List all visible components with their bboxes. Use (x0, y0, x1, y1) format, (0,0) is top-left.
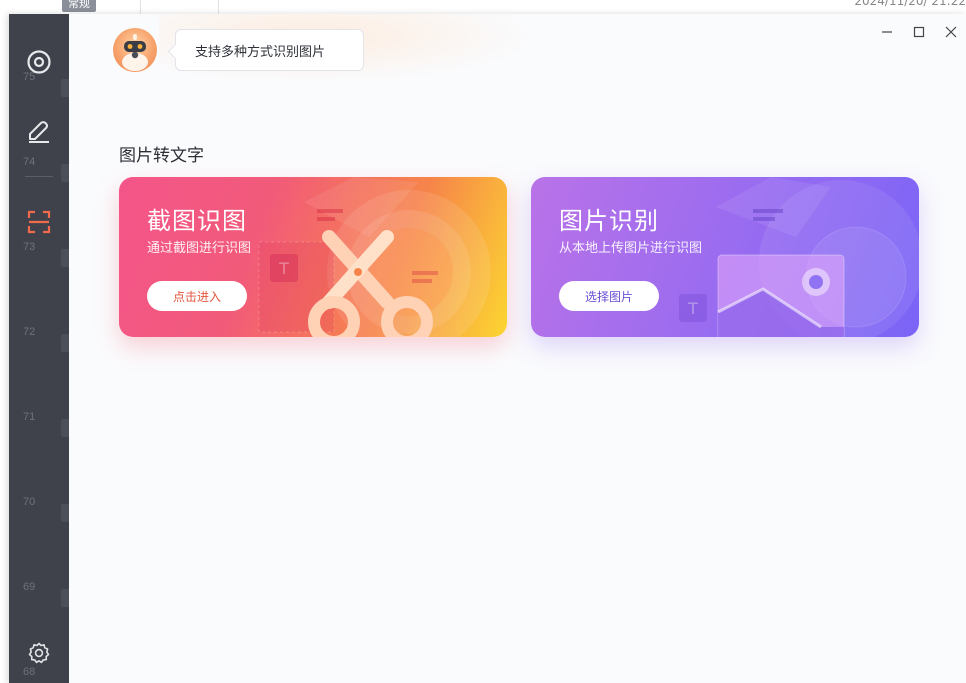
background-bar (61, 334, 69, 352)
screenshot-ocr-card[interactable]: T 截图识图 通过截图进行识图 点击进入 (119, 177, 507, 337)
maximize-icon (913, 26, 925, 38)
image-ocr-card[interactable]: T 图片识别 从本地上传图片进行识图 选择图片 (531, 177, 919, 337)
close-icon (945, 26, 957, 38)
sidebar-item-target[interactable] (19, 42, 59, 82)
card-subtitle: 从本地上传图片进行识图 (559, 241, 703, 256)
background-row-number: 70 (23, 496, 36, 508)
card-title: 截图识图 (147, 207, 247, 235)
background-bar (61, 249, 69, 267)
enter-button[interactable]: 点击进入 (147, 281, 247, 311)
card-title: 图片识别 (559, 207, 659, 235)
background-datetime: 2024/11/20/ 21:22 (854, 0, 966, 8)
background-row-number: 72 (23, 326, 36, 338)
gear-icon (28, 642, 50, 664)
background-bar (61, 589, 69, 607)
background-column-line (218, 0, 219, 14)
sidebar-item-edit[interactable] (19, 110, 59, 150)
minimize-icon (882, 31, 892, 33)
background-bar (61, 164, 69, 182)
mascot-avatar (113, 28, 157, 72)
background-topbar (0, 0, 966, 14)
sidebar-item-image-to-text[interactable] (19, 202, 59, 242)
card-subtitle: 通过截图进行识图 (147, 241, 252, 256)
maximize-button[interactable] (909, 22, 929, 42)
background-row-number: 74 (23, 156, 36, 168)
sidebar: 75 74 73 72 71 70 69 68 (9, 14, 69, 683)
ocr-app-window: 75 74 73 72 71 70 69 68 支持多种方式识别图片 图片转文字… (9, 14, 966, 683)
close-button[interactable] (941, 22, 961, 42)
sidebar-divider (25, 176, 53, 177)
svg-text:T: T (278, 259, 289, 278)
scan-text-icon (27, 210, 51, 234)
background-bar (61, 79, 69, 97)
svg-text:T: T (687, 299, 698, 318)
tip-bubble: 支持多种方式识别图片 (175, 29, 364, 71)
edit-icon (29, 121, 49, 143)
section-title: 图片转文字 (119, 146, 204, 166)
robot-mascot-icon (122, 34, 148, 71)
minimize-button[interactable] (877, 22, 897, 42)
background-column-line (140, 0, 141, 14)
background-row-number: 69 (23, 581, 36, 593)
background-format-badge: 常规 (62, 0, 96, 12)
background-bar (61, 419, 69, 437)
select-image-button[interactable]: 选择图片 (559, 281, 659, 311)
background-bar (61, 504, 69, 522)
target-icon (27, 50, 51, 74)
background-row-number: 73 (23, 241, 36, 253)
settings-button[interactable] (19, 633, 59, 673)
background-row-number: 71 (23, 411, 36, 423)
